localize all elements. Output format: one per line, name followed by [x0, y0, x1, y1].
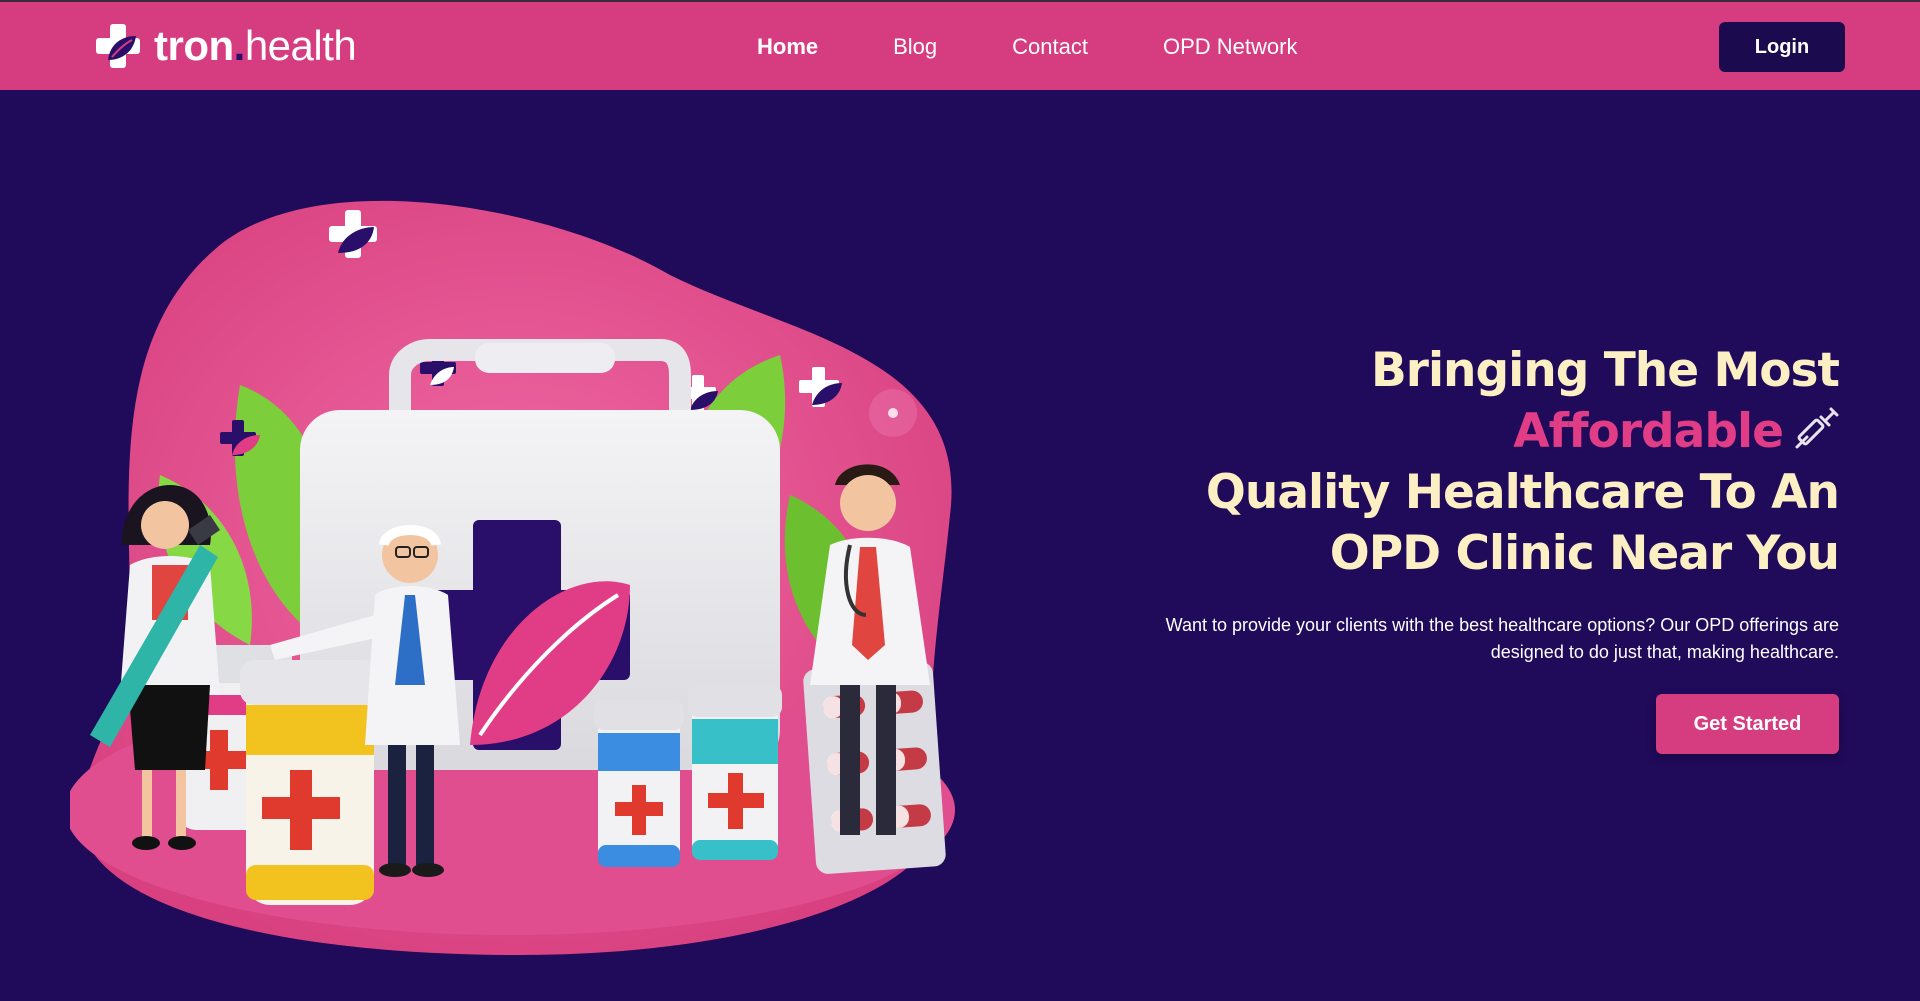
brand-name-bold: tron	[154, 22, 234, 69]
hero-description: Want to provide your clients with the be…	[939, 612, 1839, 666]
brand-name-light: health	[244, 22, 357, 69]
hero-description-line-1: Want to provide your clients with the be…	[1165, 615, 1839, 635]
syringe-icon	[1795, 407, 1839, 449]
main-nav: Home Blog Contact OPD Network	[757, 2, 1372, 92]
hero-headline: Bringing The Most Affordable Quality Hea…	[939, 340, 1840, 584]
hero-description-line-2: designed to do just that, making healthc…	[1490, 642, 1839, 662]
headline-line-1: Bringing The Most	[1370, 343, 1840, 398]
nav-blog-link[interactable]: Blog	[893, 34, 937, 60]
headline-line-4: OPD Clinic Near You	[1329, 526, 1840, 581]
teal-bottle	[688, 685, 782, 860]
yellow-bottle	[240, 660, 380, 905]
nav-contact-link[interactable]: Contact	[1012, 34, 1088, 60]
medical-kit-illustration	[70, 200, 955, 955]
login-button[interactable]: Login	[1719, 22, 1845, 72]
blue-bottle	[594, 700, 684, 867]
get-started-button[interactable]: Get Started	[1656, 694, 1839, 754]
hero-text-block: Bringing The Most Affordable Quality Hea…	[939, 340, 1840, 754]
top-navbar: tron.health Home Blog Contact OPD Networ…	[0, 0, 1920, 90]
headline-accent-word: Affordable	[1513, 404, 1784, 459]
brand-name: tron.health	[154, 22, 357, 70]
pill-blister	[803, 661, 946, 874]
nav-opd-network-link[interactable]: OPD Network	[1163, 34, 1297, 60]
headline-line-3: Quality Healthcare To An	[1205, 465, 1840, 520]
brand-name-dot: .	[233, 22, 246, 69]
brand-logo[interactable]: tron.health	[96, 22, 357, 70]
nav-home-link[interactable]: Home	[757, 34, 818, 60]
cross-leaf-logo-icon	[96, 24, 140, 68]
